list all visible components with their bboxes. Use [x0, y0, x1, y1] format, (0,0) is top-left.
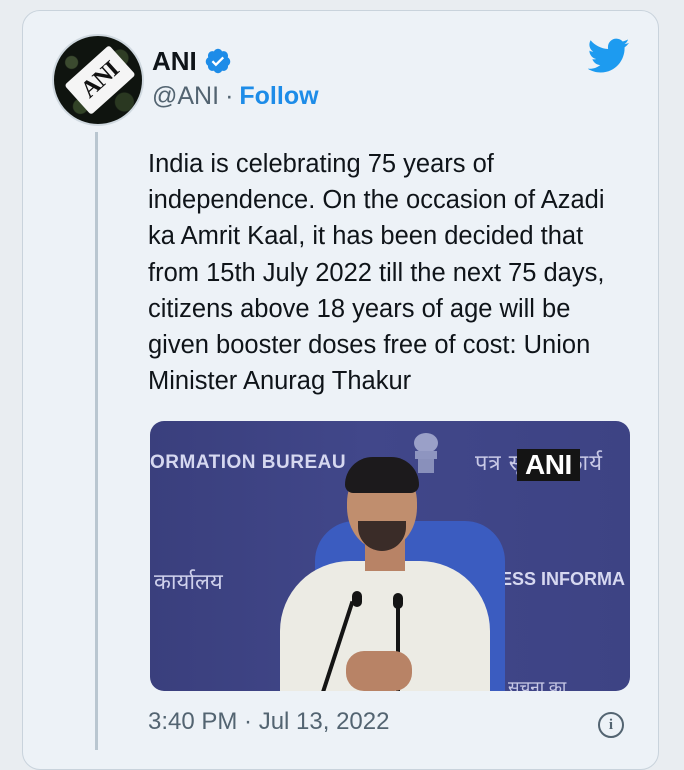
ani-watermark: ANI	[517, 449, 580, 481]
separator: ·	[225, 82, 234, 110]
speaker-hair	[345, 457, 419, 493]
wall-text-left: ORMATION BUREAU	[150, 452, 347, 473]
verified-badge-icon	[205, 48, 231, 74]
wall-text-hindi-left: कार्यालय	[154, 569, 223, 594]
tweet-text: India is celebrating 75 years of indepen…	[148, 150, 605, 396]
author-name[interactable]: ANI	[152, 46, 197, 77]
info-icon[interactable]: i	[598, 712, 624, 738]
tweet-timestamp[interactable]: 3:40 PM · Jul 13, 2022	[148, 708, 389, 736]
speaker-hands	[346, 651, 412, 691]
microphone-right-head	[393, 593, 403, 609]
avatar[interactable]: ANI	[52, 34, 144, 126]
twitter-bird-icon[interactable]	[588, 38, 630, 74]
follow-button[interactable]: Follow	[239, 82, 318, 110]
thread-line	[95, 132, 98, 750]
author-row: ANI	[152, 44, 232, 78]
wall-text-right: ESS INFORMA	[500, 569, 626, 589]
wall-text-hindi-bottom: सूचना का	[508, 678, 567, 691]
author-handle[interactable]: @ANI	[152, 82, 219, 110]
handle-row: @ANI · Follow	[152, 82, 319, 111]
microphone-left-head	[352, 591, 362, 607]
tweet-media-image[interactable]: ORMATION BUREAU पत्र सूचना कार्य कार्याल…	[150, 421, 630, 691]
